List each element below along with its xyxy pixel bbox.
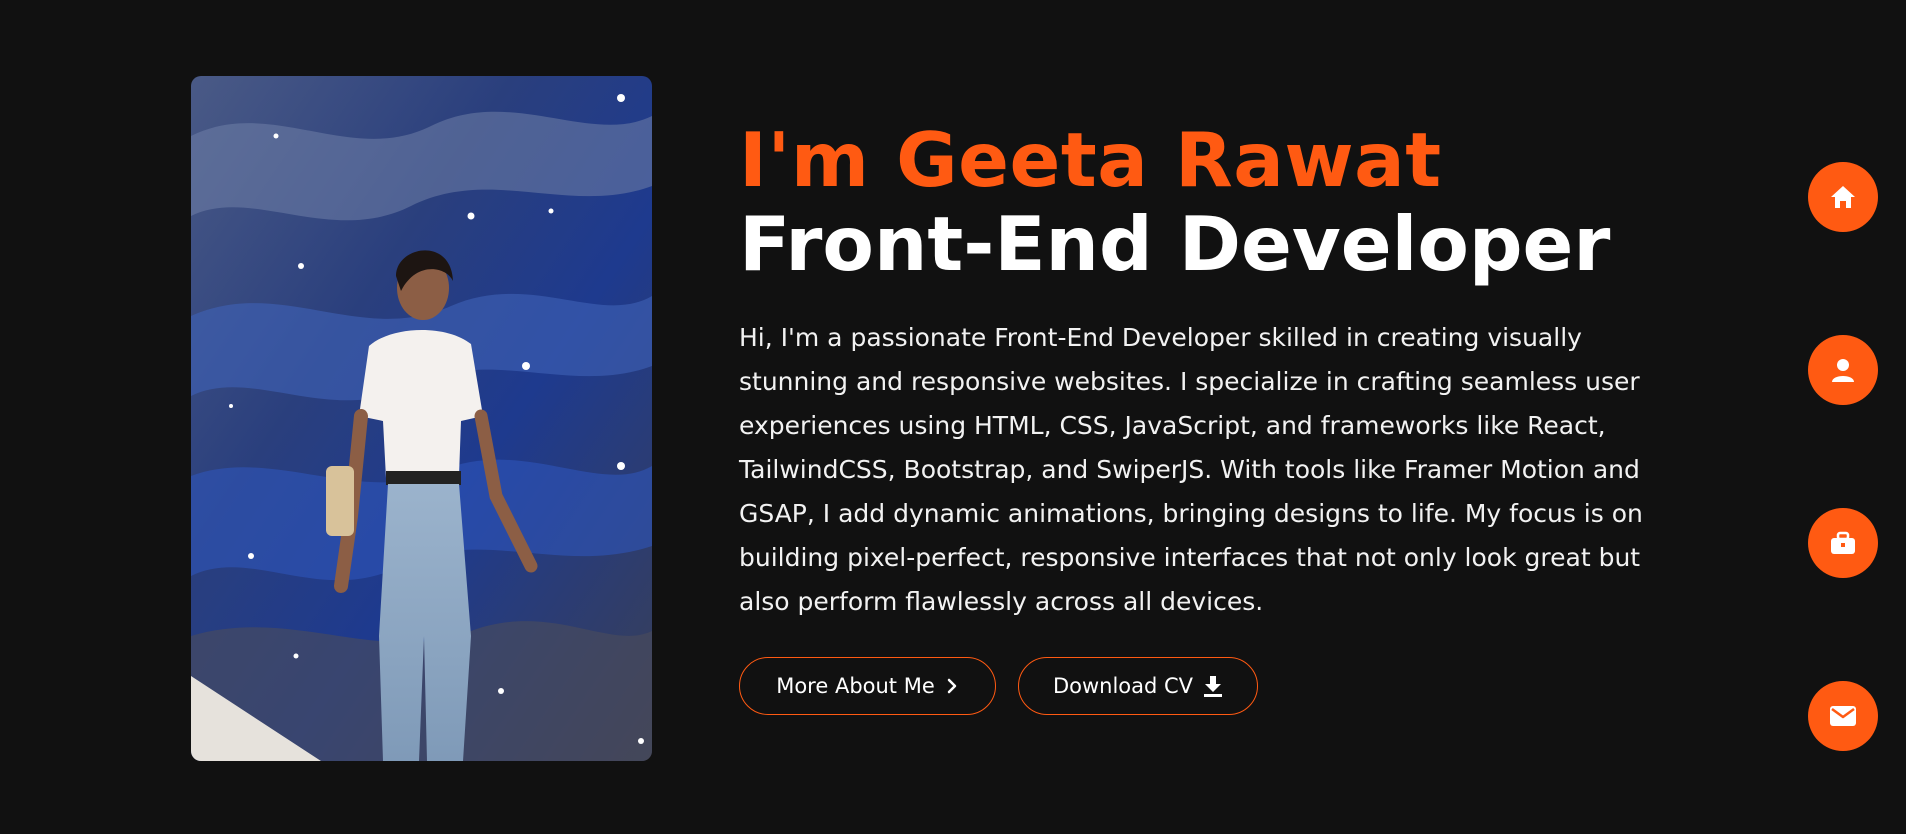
download-cv-label: Download CV	[1052, 674, 1194, 698]
home-icon	[1829, 184, 1857, 210]
hero-greeting: I'm Geeta Rawat	[739, 116, 1442, 204]
chevron-right-icon	[945, 677, 959, 695]
briefcase-icon	[1829, 530, 1857, 556]
hero-section: I'm Geeta Rawat Front-End Developer Hi, …	[739, 118, 1659, 649]
user-icon	[1830, 357, 1856, 383]
hero-role: Front-End Developer	[739, 200, 1611, 288]
profile-photo	[191, 76, 652, 761]
download-cv-button[interactable]: Download CV	[1018, 657, 1258, 715]
mail-icon	[1829, 705, 1857, 727]
more-about-me-button[interactable]: More About Me	[739, 657, 996, 715]
more-about-me-label: More About Me	[776, 674, 935, 698]
nav-contact-button[interactable]	[1808, 681, 1878, 751]
nav-home-button[interactable]	[1808, 162, 1878, 232]
download-icon	[1203, 674, 1223, 698]
page: I'm Geeta Rawat Front-End Developer Hi, …	[0, 0, 1906, 834]
hero-bio: Hi, I'm a passionate Front-End Developer…	[739, 323, 1643, 616]
hero-actions: More About Me Download CV	[739, 657, 1258, 715]
nav-about-button[interactable]	[1808, 335, 1878, 405]
nav-work-button[interactable]	[1808, 508, 1878, 578]
profile-photo-illustration	[191, 76, 652, 761]
